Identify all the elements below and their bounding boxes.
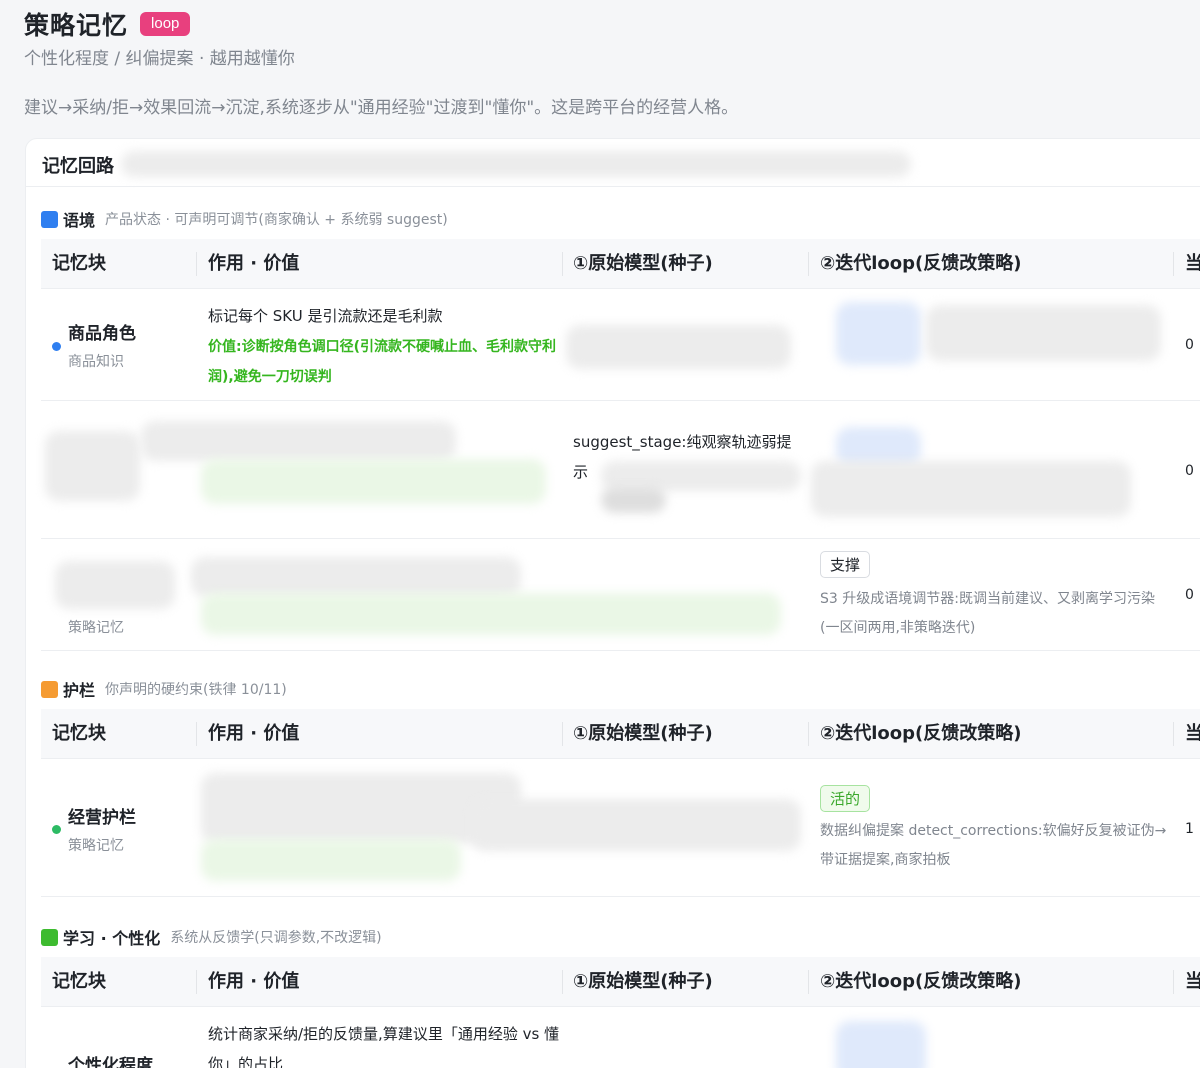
redacted-area [45,431,140,501]
column-divider [808,970,809,994]
current-value: 0 [1185,337,1194,353]
page-subtitle: 个性化程度 / 纠偏提案 · 越用越懂你 [24,49,295,69]
current-value: 0 [1185,587,1194,603]
block-name: 经营护栏 [68,808,136,828]
table-row[interactable]: 个性化程度 统计商家采纳/拒的反馈量,算建议里「通用经验 vs 懂你」的占比 [41,1007,1200,1068]
column-header-current: 当 [1185,253,1200,274]
redacted-area [201,593,781,635]
status-badge: 支撑 [820,551,871,578]
card-divider [26,186,1200,187]
column-header-seed: ①原始模型(种子) [573,253,713,274]
column-header-role: 作用 · 价值 [208,723,300,744]
column-header-block: 记忆块 [52,723,106,744]
current-value: 1 [1185,821,1194,837]
column-divider [1173,970,1174,994]
redacted-area [201,839,461,881]
block-name: 个性化程度 [68,1056,153,1068]
redacted-area [836,302,921,365]
table-row[interactable]: 经营护栏 策略记忆 活的 数据纠偏提案 detect_corrections:软… [41,759,1200,897]
section-title: 护栏 [63,681,96,700]
column-header-block: 记忆块 [52,253,106,274]
section-subtitle: 系统从反馈学(只调参数,不改逻辑) [170,930,382,946]
redacted-area [55,561,175,609]
status-badge: 活的 [820,785,871,812]
redacted-area [811,461,1131,517]
column-divider [1173,722,1174,746]
column-header-iter: ②迭代loop(反馈改策略) [820,723,1022,744]
section-header-learning: 学习 · 个性化 系统从反馈学(只调参数,不改逻辑) [41,925,382,949]
column-header-current: 当 [1185,723,1200,744]
table-row[interactable]: 策略记忆 支撑 S3 升级成语境调节器:既调当前建议、又剥离学习污染(一区间两用… [41,539,1200,651]
redacted-area [121,151,911,177]
redacted-area [201,459,546,504]
block-category: 策略记忆 [68,620,124,636]
column-header-block: 记忆块 [52,971,106,992]
section-subtitle: 你声明的硬约束(铁律 10/11) [105,682,287,698]
column-divider [562,970,563,994]
column-divider [196,970,197,994]
section-subtitle: 产品状态 · 可声明可调节(商家确认 + 系统弱 suggest) [105,212,448,228]
value-text: 价值:诊断按角色调口径(引流款不硬喊止血、毛利款守利润),避免一刀切误判 [208,339,556,385]
column-divider [196,722,197,746]
block-category: 策略记忆 [68,838,124,854]
status-dot [52,342,61,351]
section-header-guardrails: 护栏 你声明的硬约束(铁律 10/11) [41,677,287,701]
table-row[interactable]: 商品角色 商品知识 标记每个 SKU 是引流款还是毛利款 价值:诊断按角色调口径… [41,289,1200,401]
page-title: 策略记忆 [24,11,129,40]
column-divider [562,722,563,746]
column-divider [562,252,563,276]
column-header-role: 作用 · 价值 [208,253,300,274]
column-divider [196,252,197,276]
redacted-area [191,557,521,597]
redacted-area [926,305,1161,361]
square-icon [41,210,58,228]
redacted-area [471,799,801,851]
column-header-current: 当 [1185,971,1200,992]
redacted-area [141,421,456,461]
status-dot [52,825,61,834]
page-header: 策略记忆 loop [24,6,191,42]
role-text: 统计商家采纳/拒的反馈量,算建议里「通用经验 vs 懂你」的占比 [208,1025,560,1068]
table-row[interactable]: suggest_stage:纯观察轨迹弱提示 0 [41,401,1200,539]
column-header-seed: ①原始模型(种子) [573,971,713,992]
column-divider [1173,252,1174,276]
table-header: 记忆块 作用 · 价值 ①原始模型(种子) ②迭代loop(反馈改策略) 当 [41,239,1200,289]
section-header-context: 语境 产品状态 · 可声明可调节(商家确认 + 系统弱 suggest) [41,207,448,231]
column-header-iter: ②迭代loop(反馈改策略) [820,971,1022,992]
page-description: 建议→采纳/拒→效果回流→沉淀,系统逐步从"通用经验"过渡到"懂你"。这是跨平台… [24,98,739,118]
block-name: 商品角色 [68,324,136,344]
loop-tag: loop [140,12,191,36]
column-header-role: 作用 · 价值 [208,971,300,992]
column-divider [808,722,809,746]
card-title: 记忆回路 [42,156,114,177]
square-icon [41,680,58,698]
iteration-text: 数据纠偏提案 detect_corrections:软偏好反复被证伪→带证据提案… [820,823,1167,868]
section-title: 学习 · 个性化 [63,929,161,948]
memory-loop-card: 记忆回路 语境 产品状态 · 可声明可调节(商家确认 + 系统弱 suggest… [25,138,1200,1068]
current-value: 0 [1185,463,1194,479]
table-header: 记忆块 作用 · 价值 ①原始模型(种子) ②迭代loop(反馈改策略) 当 [41,709,1200,759]
redacted-area [836,1021,926,1068]
iteration-text: S3 升级成语境调节器:既调当前建议、又剥离学习污染(一区间两用,非策略迭代) [820,591,1155,636]
block-category: 商品知识 [68,354,124,370]
section-title: 语境 [63,211,96,230]
strategy-memory-page: 策略记忆 loop 个性化程度 / 纠偏提案 · 越用越懂你 建议→采纳/拒→效… [0,0,1200,1068]
column-divider [808,252,809,276]
column-header-iter: ②迭代loop(反馈改策略) [820,253,1022,274]
table-header: 记忆块 作用 · 价值 ①原始模型(种子) ②迭代loop(反馈改策略) 当 [41,957,1200,1007]
column-header-seed: ①原始模型(种子) [573,723,713,744]
redacted-area [566,325,791,369]
role-text: 标记每个 SKU 是引流款还是毛利款 [208,307,443,325]
square-icon [41,928,58,946]
redacted-area [601,487,666,513]
